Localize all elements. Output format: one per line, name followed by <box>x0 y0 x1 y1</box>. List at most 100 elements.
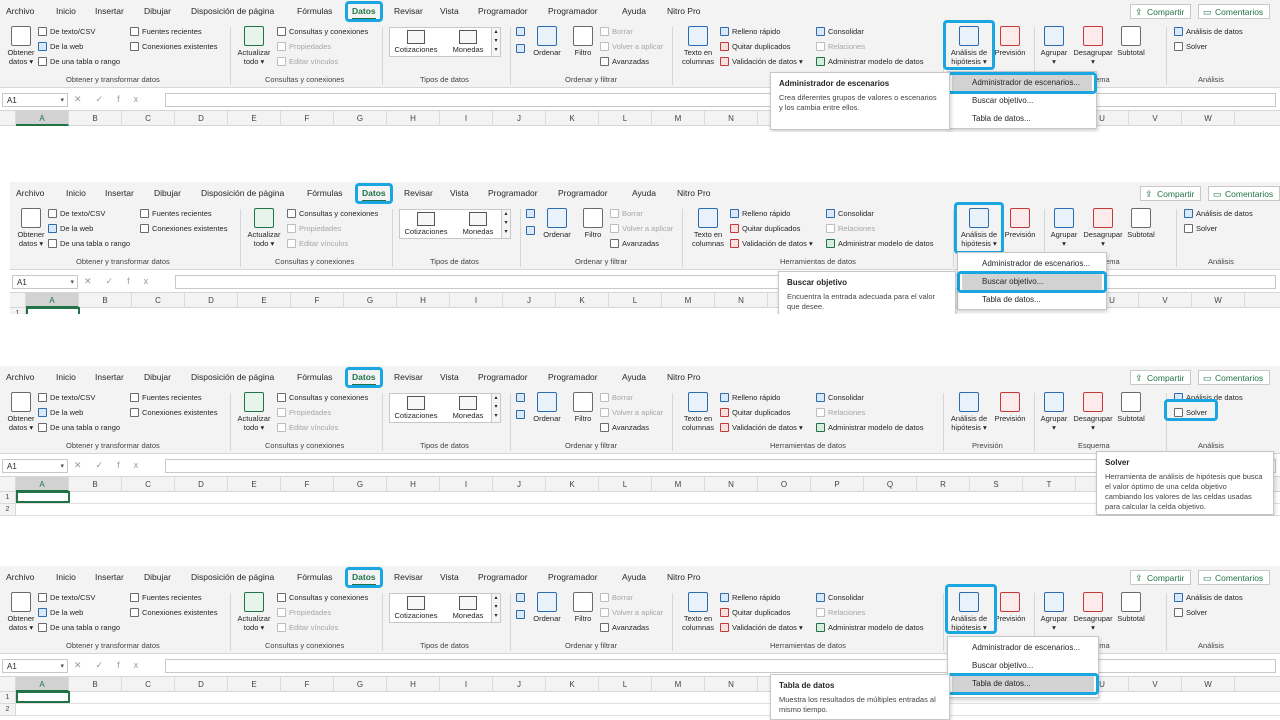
tab-formulas[interactable]: Fórmulas <box>307 188 342 198</box>
name-box[interactable]: A1 ▾ <box>2 659 68 673</box>
column-header[interactable]: L <box>609 293 662 308</box>
sort-button[interactable]: Ordenar <box>530 592 564 623</box>
from-table-button[interactable]: De una tabla o rango <box>38 423 120 432</box>
column-header[interactable]: E <box>238 293 291 308</box>
solver-button[interactable]: Solver <box>1174 408 1207 417</box>
tab-programador-2[interactable]: Programador <box>548 372 598 382</box>
recent-sources-button[interactable]: Fuentes recientes <box>130 27 202 36</box>
column-header[interactable]: H <box>387 677 440 692</box>
existing-connections-button[interactable]: Conexiones existentes <box>130 408 217 417</box>
column-header[interactable]: J <box>493 111 546 126</box>
tab-dibujar[interactable]: Dibujar <box>154 188 181 198</box>
tab-revisar[interactable]: Revisar <box>394 6 423 16</box>
tab-formulas[interactable]: Fórmulas <box>297 572 332 582</box>
column-header[interactable]: M <box>662 293 715 308</box>
tab-archivo[interactable]: Archivo <box>6 372 34 382</box>
tab-programador[interactable]: Programador <box>478 372 528 382</box>
menu-item-scenario-manager[interactable]: Administrador de escenarios... <box>952 75 1092 91</box>
column-header[interactable]: D <box>175 477 228 492</box>
column-header[interactable]: B <box>69 477 122 492</box>
queries-connections-button[interactable]: Consultas y conexiones <box>277 593 368 602</box>
tab-nitro-pro[interactable]: Nitro Pro <box>677 188 711 198</box>
subtotal-button[interactable]: Subtotal <box>1124 208 1158 239</box>
column-header[interactable]: J <box>493 677 546 692</box>
column-header[interactable]: E <box>228 111 281 126</box>
tab-datos[interactable]: Datos <box>352 6 376 20</box>
from-text-csv-button[interactable]: De texto/CSV <box>48 209 105 218</box>
consolidate-button[interactable]: Consolidar <box>816 393 864 402</box>
from-web-button[interactable]: De la web <box>38 608 83 617</box>
solver-button[interactable]: Solver <box>1174 608 1207 617</box>
from-text-csv-button[interactable]: De texto/CSV <box>38 593 95 602</box>
column-header[interactable]: F <box>281 477 334 492</box>
column-header[interactable]: D <box>185 293 238 308</box>
column-header[interactable]: C <box>122 111 175 126</box>
queries-connections-button[interactable]: Consultas y conexiones <box>287 209 378 218</box>
clear-filter-button[interactable]: Borrar <box>610 209 643 218</box>
gallery-scroll[interactable]: ▴ ▾ ▾ <box>491 28 500 56</box>
select-all-corner[interactable] <box>10 293 26 308</box>
ungroup-button[interactable]: Desagrupar ▾ <box>1072 592 1114 632</box>
ungroup-button[interactable]: Desagrupar ▾ <box>1072 392 1114 432</box>
tab-disposicion[interactable]: Disposición de página <box>191 372 274 382</box>
column-header[interactable]: A <box>16 111 69 126</box>
data-model-button[interactable]: Administrar modelo de datos <box>816 623 923 632</box>
refresh-all-button[interactable]: Actualizar todo ▾ <box>244 208 284 248</box>
edit-links-button[interactable]: Editar vínculos <box>277 623 338 632</box>
from-web-button[interactable]: De la web <box>38 408 83 417</box>
text-to-columns-button[interactable]: Texto en columnas <box>688 208 728 248</box>
clear-filter-button[interactable]: Borrar <box>600 27 633 36</box>
share-button[interactable]: ⇪ Compartir <box>1130 4 1192 19</box>
column-header[interactable]: C <box>122 677 175 692</box>
what-if-analysis-button[interactable]: Análisis de hipótesis ▾ <box>947 392 991 432</box>
advanced-filter-button[interactable]: Avanzadas <box>600 623 649 632</box>
tab-datos[interactable]: Datos <box>352 572 376 586</box>
currencies-button[interactable]: Monedas <box>454 212 502 236</box>
subtotal-button[interactable]: Subtotal <box>1114 392 1148 423</box>
relationships-button[interactable]: Relaciones <box>816 42 865 51</box>
filter-button[interactable]: Filtro <box>568 26 598 57</box>
tab-archivo[interactable]: Archivo <box>6 572 34 582</box>
reapply-button[interactable]: Volver a aplicar <box>600 608 663 617</box>
fx-icon[interactable]: fx <box>117 460 152 470</box>
tab-programador[interactable]: Programador <box>488 188 538 198</box>
relationships-button[interactable]: Relaciones <box>816 608 865 617</box>
enter-icon[interactable]: ✓ <box>96 660 118 670</box>
data-analysis-button[interactable]: Análisis de datos <box>1184 209 1253 218</box>
clear-filter-button[interactable]: Borrar <box>600 593 633 602</box>
fx-icon[interactable]: fx <box>117 660 152 670</box>
share-button[interactable]: ⇪ Compartir <box>1140 186 1202 201</box>
relationships-button[interactable]: Relaciones <box>826 224 875 233</box>
tab-insertar[interactable]: Insertar <box>95 572 124 582</box>
tab-programador[interactable]: Programador <box>478 572 528 582</box>
refresh-all-button[interactable]: Actualizar todo ▾ <box>234 392 274 432</box>
what-if-analysis-button[interactable]: Análisis de hipótesis ▾ <box>957 208 1001 248</box>
existing-connections-button[interactable]: Conexiones existentes <box>140 224 227 233</box>
tab-dibujar[interactable]: Dibujar <box>144 6 171 16</box>
formula-input[interactable] <box>165 659 1276 673</box>
stocks-button[interactable]: Cotizaciones <box>402 212 450 236</box>
column-header[interactable]: G <box>344 293 397 308</box>
row-header[interactable]: 2 <box>0 704 16 716</box>
advanced-filter-button[interactable]: Avanzadas <box>600 57 649 66</box>
formula-input[interactable] <box>165 93 1276 107</box>
tab-revisar[interactable]: Revisar <box>394 372 423 382</box>
tab-ayuda[interactable]: Ayuda <box>622 372 646 382</box>
column-header[interactable]: F <box>281 111 334 126</box>
tab-ayuda[interactable]: Ayuda <box>622 572 646 582</box>
solver-button[interactable]: Solver <box>1174 42 1207 51</box>
get-data-button[interactable]: Obtener datos ▾ <box>4 392 38 432</box>
column-header[interactable]: W <box>1182 111 1235 126</box>
column-header[interactable]: K <box>546 477 599 492</box>
gallery-scroll[interactable]: ▴ ▾ ▾ <box>491 594 500 622</box>
column-header[interactable]: V <box>1129 111 1182 126</box>
forecast-sheet-button[interactable]: Previsión <box>992 592 1028 623</box>
tab-ayuda[interactable]: Ayuda <box>632 188 656 198</box>
from-table-button[interactable]: De una tabla o rango <box>48 239 130 248</box>
column-header[interactable]: G <box>334 111 387 126</box>
column-header[interactable]: W <box>1182 677 1235 692</box>
column-header[interactable]: I <box>440 677 493 692</box>
from-text-csv-button[interactable]: De texto/CSV <box>38 393 95 402</box>
tab-inicio[interactable]: Inicio <box>56 6 76 16</box>
remove-duplicates-button[interactable]: Quitar duplicados <box>720 608 790 617</box>
